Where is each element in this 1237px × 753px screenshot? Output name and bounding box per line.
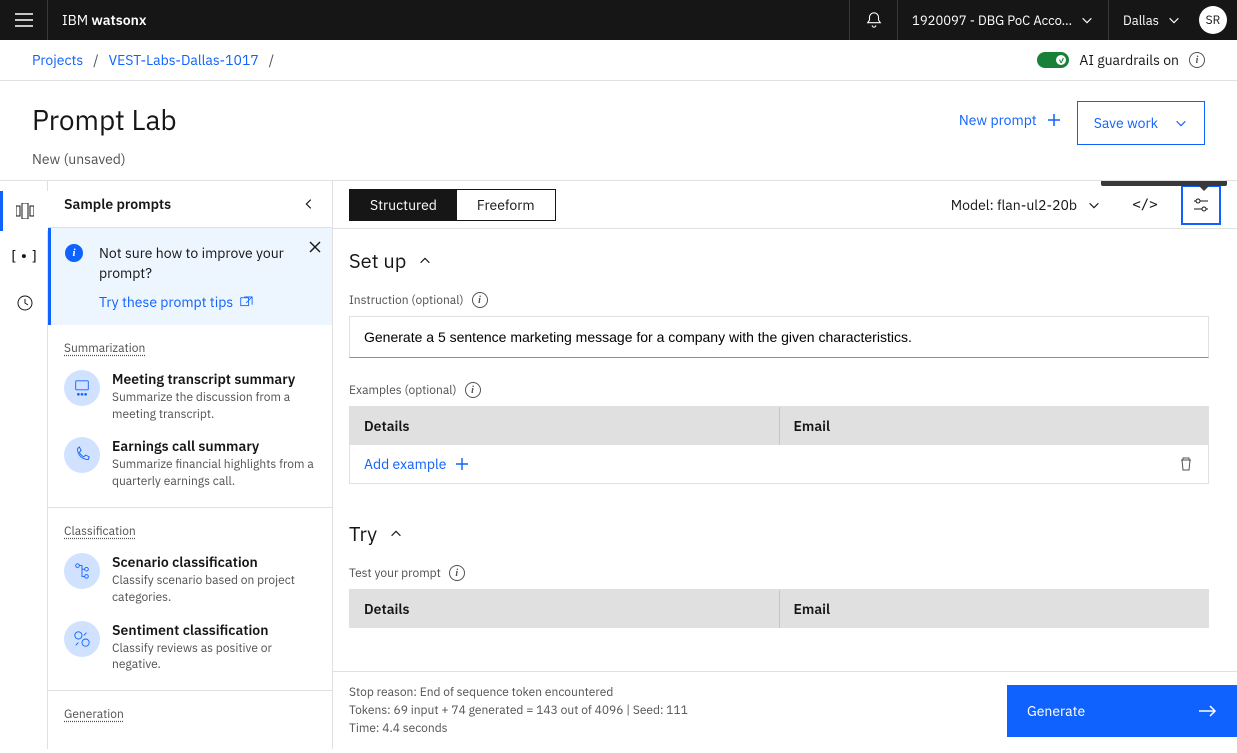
add-example-button[interactable]: Add example — [364, 455, 468, 473]
instruction-label: Instruction (optional) — [349, 293, 464, 308]
col-email: Email — [780, 590, 1209, 628]
breadcrumb-sep: / — [93, 51, 98, 69]
setup-heading: Set up — [349, 247, 406, 274]
samples-header: Sample prompts — [64, 195, 302, 213]
brand-label: IBM watsonx — [48, 11, 160, 29]
collapse-samples-icon[interactable] — [302, 197, 316, 211]
collapse-try-icon[interactable] — [389, 527, 403, 541]
sample-desc: Summarize financial highlights from a qu… — [112, 457, 316, 491]
breadcrumb-sep: / — [269, 51, 274, 69]
sample-scenario-classification[interactable]: Scenario classification Classify scenari… — [64, 553, 316, 607]
mode-tabs: Structured Freeform — [349, 189, 556, 221]
rail-variables[interactable]: [∙] — [0, 237, 48, 277]
col-details: Details — [350, 590, 780, 628]
sample-desc: Classify reviews as positive or negative… — [112, 641, 316, 675]
try-info-icon[interactable] — [449, 565, 465, 581]
ai-guardrails-toggle[interactable] — [1037, 52, 1069, 68]
model-parameters-tooltip: Model parameters — [1101, 181, 1227, 186]
try-label: Test your prompt — [349, 566, 441, 581]
guardrails-info-icon[interactable] — [1189, 52, 1205, 68]
prompt-tip-box: Not sure how to improve your prompt? Try… — [48, 228, 332, 325]
try-header-row: Details Email — [350, 590, 1208, 628]
instruction-info-icon[interactable] — [472, 292, 488, 308]
prompt-tips-link[interactable]: Try these prompt tips — [99, 293, 296, 313]
avatar[interactable]: SR — [1199, 6, 1227, 34]
view-code-button[interactable]: </> — [1125, 185, 1165, 225]
account-switcher[interactable]: 1920097 - DBG PoC Acco… — [897, 0, 1108, 40]
page-title: Prompt Lab — [32, 101, 959, 138]
tab-freeform[interactable]: Freeform — [457, 190, 555, 220]
col-email: Email — [780, 407, 1209, 445]
ai-guardrails-label: AI guardrails on — [1079, 51, 1179, 69]
sample-sentiment-classification[interactable]: Sentiment classification Classify review… — [64, 621, 316, 675]
sample-title: Scenario classification — [112, 553, 316, 571]
collapse-setup-icon[interactable] — [418, 254, 432, 268]
category-summarization: Summarization — [64, 341, 316, 356]
notifications-icon[interactable] — [849, 0, 897, 40]
sample-desc: Classify scenario based on project categ… — [112, 573, 316, 607]
examples-info-icon[interactable] — [465, 382, 481, 398]
model-selector[interactable]: Model: flan-ul2-20b — [943, 196, 1109, 214]
examples-label: Examples (optional) — [349, 383, 457, 398]
instruction-input[interactable] — [349, 316, 1209, 358]
breadcrumb-project-name[interactable]: VEST-Labs-Dallas-1017 — [109, 51, 259, 69]
sample-earnings-call[interactable]: Earnings call summary Summarize financia… — [64, 437, 316, 491]
rail-sample-prompts[interactable] — [0, 191, 48, 231]
examples-header-row: Details Email — [350, 407, 1208, 445]
try-heading: Try — [349, 520, 377, 547]
save-work-button[interactable]: Save work — [1077, 101, 1205, 145]
generate-button[interactable]: Generate — [1007, 685, 1237, 737]
new-prompt-button[interactable]: New prompt — [959, 101, 1061, 139]
sample-title: Meeting transcript summary — [112, 370, 316, 388]
category-classification: Classification — [64, 524, 316, 539]
page-subtitle: New (unsaved) — [32, 150, 959, 168]
sentiment-icon — [64, 621, 100, 657]
presentation-icon — [64, 370, 100, 406]
generation-stats: Stop reason: End of sequence token encou… — [333, 676, 1007, 746]
col-details: Details — [350, 407, 780, 445]
sample-meeting-transcript[interactable]: Meeting transcript summary Summarize the… — [64, 370, 316, 424]
sample-title: Sentiment classification — [112, 621, 316, 639]
sample-desc: Summarize the discussion from a meeting … — [112, 390, 316, 424]
tip-text: Not sure how to improve your prompt? — [99, 244, 296, 283]
tree-icon — [64, 553, 100, 589]
close-tip-icon[interactable] — [308, 240, 322, 254]
region-switcher[interactable]: Dallas — [1108, 0, 1195, 40]
delete-example-icon[interactable] — [1178, 456, 1194, 472]
rail-history[interactable] — [0, 283, 48, 323]
phone-icon — [64, 437, 100, 473]
category-generation: Generation — [64, 707, 316, 722]
sample-title: Earnings call summary — [112, 437, 316, 455]
breadcrumb-projects[interactable]: Projects — [32, 51, 83, 69]
tab-structured[interactable]: Structured — [350, 190, 457, 220]
info-icon — [65, 244, 83, 262]
hamburger-menu[interactable] — [0, 0, 48, 40]
